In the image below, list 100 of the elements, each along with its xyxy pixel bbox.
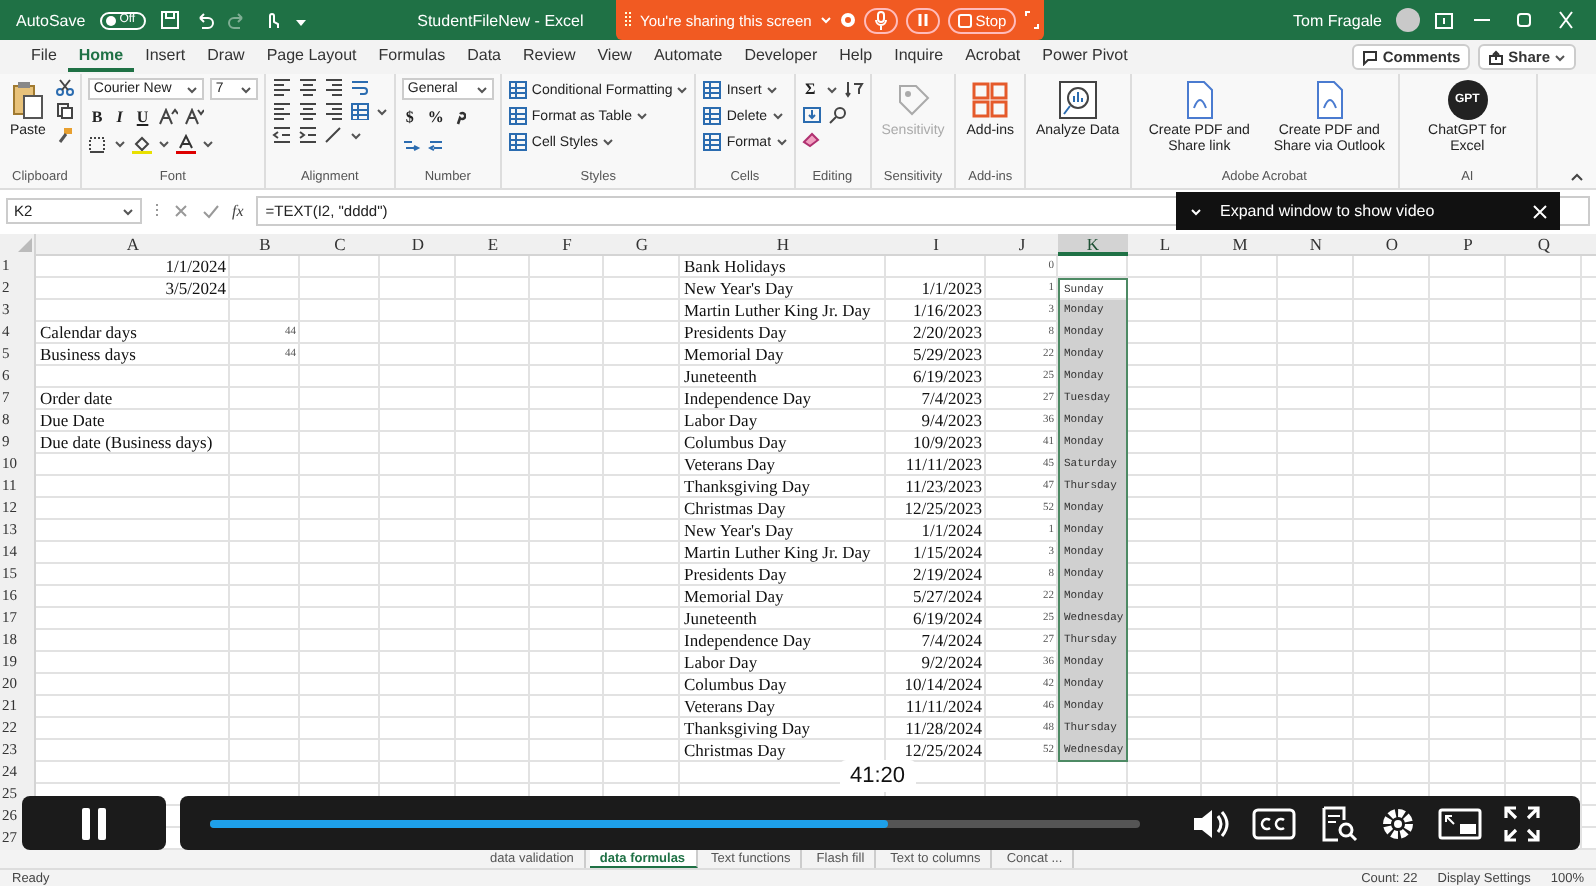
ribbon-tab[interactable]: Acrobat: [954, 42, 1032, 72]
sort-filter-icon[interactable]: [843, 80, 864, 98]
chevron-down-icon[interactable]: [113, 138, 126, 150]
collapse-icon[interactable]: [1570, 172, 1584, 182]
microphone-button[interactable]: [863, 7, 898, 33]
chevron-down-icon[interactable]: [676, 84, 689, 96]
column-header[interactable]: P: [1430, 234, 1506, 254]
avatar-icon[interactable]: [1396, 8, 1420, 32]
format-button[interactable]: $: [401, 106, 418, 128]
fullscreen-icon[interactable]: [1504, 805, 1540, 841]
chevron-down-icon[interactable]: [825, 83, 838, 95]
ribbon-tab[interactable]: Data: [456, 42, 512, 72]
format-button[interactable]: B: [87, 106, 107, 128]
column-header[interactable]: K: [1058, 234, 1128, 256]
undo-icon[interactable]: [193, 10, 214, 30]
ribbon-tab[interactable]: Insert: [134, 42, 197, 72]
column-header[interactable]: J: [986, 234, 1058, 254]
volume-icon[interactable]: [1190, 805, 1230, 841]
indent-decrease-icon[interactable]: [271, 126, 292, 144]
font-color-icon[interactable]: [175, 134, 196, 154]
wrap-text-icon[interactable]: [349, 78, 370, 96]
save-icon[interactable]: [159, 10, 180, 30]
format-painter-icon[interactable]: [55, 126, 74, 144]
column-header[interactable]: N: [1278, 234, 1354, 254]
settings-icon[interactable]: [1380, 805, 1416, 841]
merge-icon[interactable]: [349, 102, 370, 120]
column-header[interactable]: F: [530, 234, 604, 254]
fill-icon[interactable]: [801, 106, 822, 124]
indent-increase-icon[interactable]: [297, 126, 318, 144]
chevron-down-icon[interactable]: [475, 83, 488, 95]
column-header[interactable]: H: [680, 234, 886, 254]
column-header[interactable]: E: [456, 234, 530, 254]
search-icon[interactable]: [827, 106, 848, 124]
autosum-button[interactable]: Σ: [801, 78, 820, 100]
ribbon-tab[interactable]: File: [20, 42, 68, 72]
chevron-down-icon[interactable]: [1554, 51, 1566, 63]
ribbon-tab[interactable]: Help: [828, 42, 884, 72]
text-align-icon[interactable]: [323, 78, 344, 96]
format-button[interactable]: %: [423, 106, 448, 128]
text-align-icon[interactable]: [271, 78, 292, 96]
chevron-down-icon[interactable]: [635, 110, 648, 122]
shrink-font-icon[interactable]: [184, 108, 205, 126]
chevron-down-icon[interactable]: [601, 136, 614, 148]
chevron-down-icon[interactable]: [122, 205, 134, 217]
ribbon-tab[interactable]: View: [586, 42, 643, 72]
ribbon-tab[interactable]: Review: [512, 42, 587, 72]
captions-icon[interactable]: [1252, 807, 1296, 839]
orientation-icon[interactable]: [323, 126, 344, 144]
ribbon-tab[interactable]: Page Layout: [255, 42, 368, 72]
chevron-down-icon[interactable]: [239, 83, 252, 95]
cut-icon[interactable]: [55, 78, 74, 96]
text-align-icon[interactable]: [271, 102, 292, 120]
chevron-down-icon[interactable]: [771, 110, 784, 122]
text-align-icon[interactable]: [297, 102, 318, 120]
column-header[interactable]: I: [886, 234, 986, 254]
text-align-icon[interactable]: [297, 78, 318, 96]
cancel-icon[interactable]: [172, 202, 190, 220]
grow-font-icon[interactable]: [158, 108, 179, 126]
column-header[interactable]: C: [300, 234, 380, 254]
pause-button[interactable]: [22, 796, 166, 850]
ribbon-tab[interactable]: Draw: [196, 42, 256, 72]
text-align-icon[interactable]: [323, 102, 344, 120]
transcript-search-icon[interactable]: [1318, 805, 1358, 841]
eraser-icon[interactable]: [801, 130, 822, 148]
ribbon-display-icon[interactable]: [1434, 11, 1454, 29]
fill-color-icon[interactable]: [131, 134, 152, 154]
copy-icon[interactable]: [55, 102, 74, 120]
column-header[interactable]: L: [1128, 234, 1202, 254]
progress-track[interactable]: [210, 819, 1140, 827]
chevron-down-icon[interactable]: [765, 84, 778, 96]
close-icon[interactable]: [1532, 203, 1548, 219]
format-button[interactable]: I: [112, 106, 127, 128]
column-header[interactable]: A: [36, 234, 230, 254]
ribbon-tab[interactable]: Formulas: [367, 42, 457, 72]
chevron-down-icon[interactable]: [775, 136, 788, 148]
insert-function-button[interactable]: fx: [232, 202, 244, 220]
borders-icon[interactable]: [87, 135, 108, 153]
enter-icon[interactable]: [202, 202, 220, 220]
record-icon[interactable]: [839, 12, 856, 28]
column-header[interactable]: O: [1354, 234, 1430, 254]
table-cell-text: Presidents Day: [682, 322, 789, 342]
column-header[interactable]: M: [1202, 234, 1278, 254]
chevron-icon[interactable]: [1188, 203, 1204, 219]
table-cell-text: Juneteenth: [682, 366, 759, 386]
ribbon-tab[interactable]: Power Pivot: [1031, 42, 1139, 72]
column-header[interactable]: D: [380, 234, 456, 254]
ribbon-tab[interactable]: Automate: [642, 42, 734, 72]
picture-in-picture-icon[interactable]: [1438, 805, 1482, 841]
column-header[interactable]: Q: [1506, 234, 1582, 254]
chevron-down-icon[interactable]: [201, 138, 214, 150]
chevron-down-icon[interactable]: [185, 83, 198, 95]
column-header[interactable]: G: [604, 234, 680, 254]
ribbon-tab[interactable]: Inquire: [883, 42, 955, 72]
ribbon-tab[interactable]: Developer: [733, 42, 829, 72]
chevron-down-icon[interactable]: [157, 138, 170, 150]
column-header[interactable]: B: [230, 234, 300, 254]
format-button[interactable]: U: [132, 106, 153, 128]
stop-icon: [957, 13, 972, 27]
expand-icon[interactable]: [1024, 10, 1041, 30]
table-cell-text: 9/2/2024: [919, 652, 984, 672]
